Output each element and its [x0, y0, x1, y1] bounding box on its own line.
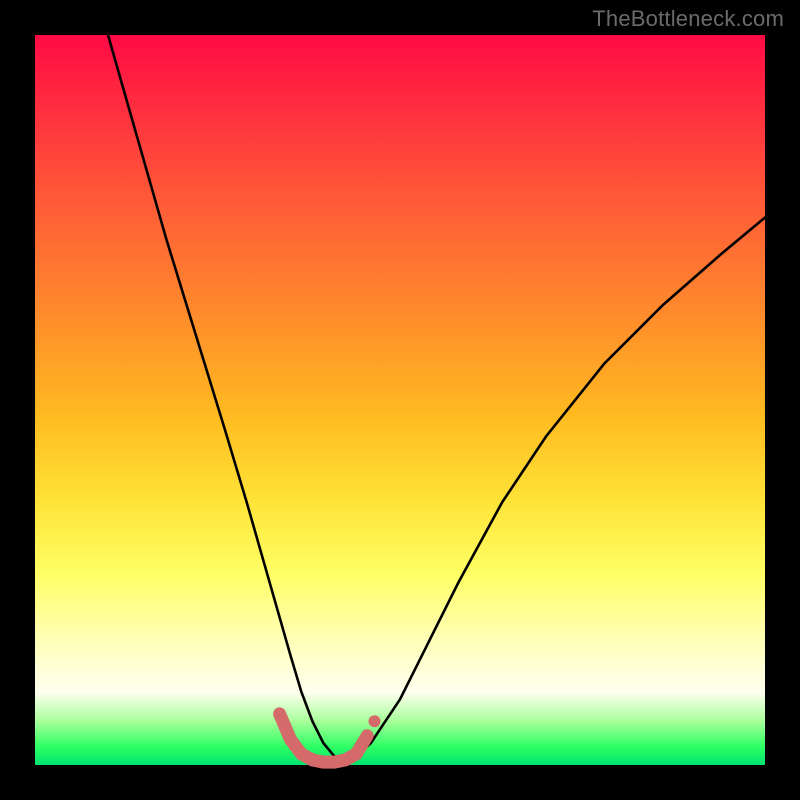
bottleneck-curve: [108, 35, 765, 761]
plot-area: [35, 35, 765, 765]
chart-svg: [35, 35, 765, 765]
optimal-point-left: [274, 708, 286, 720]
watermark-text: TheBottleneck.com: [592, 6, 784, 32]
optimal-region-highlight: [280, 714, 368, 762]
chart-frame: TheBottleneck.com: [0, 0, 800, 800]
optimal-point-right: [369, 715, 381, 727]
